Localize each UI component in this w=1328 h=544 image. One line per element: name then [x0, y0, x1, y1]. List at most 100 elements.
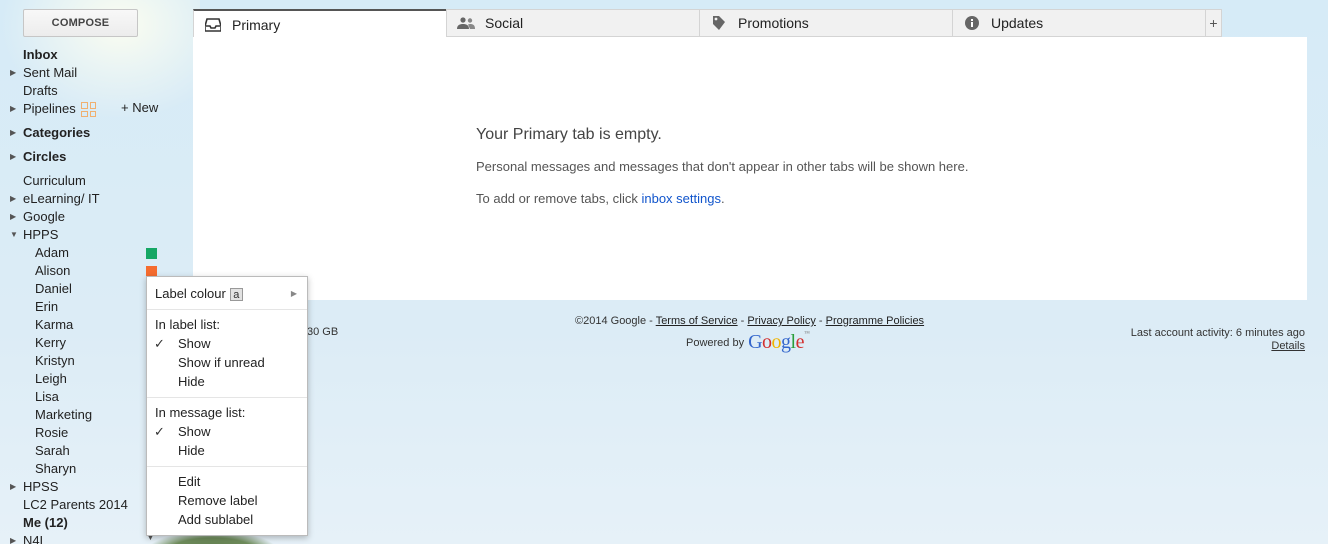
terms-link[interactable]: Terms of Service [656, 315, 738, 327]
sidebar-item-marketing[interactable]: Marketing [0, 406, 165, 424]
expand-arrow-icon[interactable]: ▶ [10, 64, 16, 82]
checkmark-icon: ✓ [154, 424, 165, 439]
sidebar-item-kristyn[interactable]: Kristyn [0, 352, 165, 370]
add-tab-button[interactable]: + [1205, 9, 1222, 37]
expand-arrow-icon[interactable]: ▶ [10, 190, 16, 208]
sidebar-item-erin[interactable]: Erin [0, 298, 165, 316]
expand-arrow-icon[interactable]: ▶ [10, 532, 16, 544]
sidebar-item-label: Daniel [35, 281, 72, 296]
empty-state-description: Personal messages and messages that don'… [476, 159, 969, 174]
menu-item-message-list-show[interactable]: ✓ Show [147, 422, 307, 441]
menu-header-text: In message list: [155, 405, 246, 420]
sidebar-item-n4l[interactable]: ▶ N4L [0, 532, 165, 544]
sidebar-item-label: Sent Mail [23, 65, 78, 80]
message-list-panel: Your Primary tab is empty. Personal mess… [193, 37, 1307, 300]
tab-primary[interactable]: Primary [193, 9, 446, 38]
expand-arrow-icon[interactable]: ▶ [10, 100, 16, 118]
tab-promotions[interactable]: Promotions [699, 9, 952, 37]
menu-item-edit[interactable]: Edit [147, 472, 307, 491]
new-label-button[interactable]: + New [121, 100, 158, 115]
sidebar-item-lisa[interactable]: Lisa [0, 388, 165, 406]
sidebar-item-label: N4L [23, 533, 47, 544]
expand-arrow-icon[interactable]: ▶ [10, 148, 16, 166]
submenu-arrow-icon: ▶ [290, 289, 297, 298]
separator: - [737, 315, 748, 327]
label-context-menu: Label colour a ▶ In label list: ✓ Show Sh… [146, 276, 308, 536]
sidebar-item-hpss[interactable]: ▶ HPSS [0, 478, 165, 496]
sidebar-item-google[interactable]: ▶ Google [0, 208, 165, 226]
expand-arrow-icon[interactable]: ▶ [10, 124, 16, 142]
menu-item-message-list-hide[interactable]: Hide [147, 441, 307, 460]
tab-label: Social [485, 15, 524, 31]
compose-button[interactable]: COMPOSE [23, 9, 138, 37]
footer-links: ©2014 Google - Terms of Service - Privac… [575, 315, 924, 327]
sidebar-item-circles[interactable]: ▶ Circles [0, 148, 165, 166]
menu-divider [147, 309, 307, 310]
tab-label: Primary [232, 16, 281, 33]
sidebar-item-label: Categories [23, 125, 91, 140]
menu-item-label: Show [178, 424, 211, 439]
menu-item-label-list-show[interactable]: ✓ Show [147, 334, 307, 353]
collapse-arrow-icon[interactable]: ▼ [10, 226, 18, 244]
expand-arrow-icon[interactable]: ▶ [10, 208, 16, 226]
privacy-link[interactable]: Privacy Policy [747, 315, 815, 327]
sidebar-item-leigh[interactable]: Leigh [0, 370, 165, 388]
sidebar-item-categories[interactable]: ▶ Categories [0, 124, 165, 142]
sidebar-item-label: Sharyn [35, 461, 77, 476]
sidebar-item-hpps[interactable]: ▼ HPPS [0, 226, 165, 244]
sidebar-item-label: LC2 Parents 2014 [23, 497, 128, 512]
menu-item-label: Hide [178, 374, 205, 389]
tag-icon [710, 14, 728, 32]
menu-item-label-colour[interactable]: Label colour a ▶ [147, 284, 307, 303]
programme-policies-link[interactable]: Programme Policies [826, 315, 924, 327]
sidebar-item-label: Leigh [35, 371, 67, 386]
storage-usage: 30 GB [307, 326, 339, 338]
sidebar-item-daniel[interactable]: Daniel [0, 280, 165, 298]
sidebar-item-sharyn[interactable]: Sharyn [0, 460, 165, 478]
sidebar-item-me[interactable]: Me (12) [0, 514, 165, 532]
sidebar-item-label: Sarah [35, 443, 70, 458]
label-color-swatch [146, 248, 157, 259]
menu-item-remove-label[interactable]: Remove label [147, 491, 307, 510]
menu-item-label-list-hide[interactable]: Hide [147, 372, 307, 391]
tab-social[interactable]: Social [446, 9, 699, 37]
menu-divider [147, 397, 307, 398]
menu-item-label: Remove label [178, 493, 258, 508]
menu-item-label-list-show-if-unread[interactable]: Show if unread [147, 353, 307, 372]
tab-updates[interactable]: Updates [952, 9, 1205, 37]
sidebar-item-label: Drafts [23, 83, 58, 98]
menu-item-label: Show [178, 336, 211, 351]
sidebar-item-kerry[interactable]: Kerry [0, 334, 165, 352]
sidebar-item-label: Circles [23, 149, 67, 164]
sidebar-item-sarah[interactable]: Sarah [0, 442, 165, 460]
sidebar-item-alison[interactable]: Alison [0, 262, 165, 280]
sidebar-item-karma[interactable]: Karma [0, 316, 165, 334]
menu-header-message-list: In message list: [147, 403, 307, 422]
sidebar-item-rosie[interactable]: Rosie [0, 424, 165, 442]
google-logo: Google™ [748, 331, 810, 353]
details-link[interactable]: Details [1131, 340, 1305, 352]
sidebar-item-sent-mail[interactable]: ▶ Sent Mail [0, 64, 165, 82]
sidebar-item-label: Adam [35, 245, 69, 260]
hint-suffix: . [720, 191, 725, 206]
sidebar-item-label: Karma [35, 317, 74, 332]
sidebar-item-lc2-parents[interactable]: LC2 Parents 2014 [0, 496, 165, 514]
info-icon [963, 14, 981, 32]
sidebar-item-drafts[interactable]: Drafts [0, 82, 165, 100]
sidebar-item-adam[interactable]: Adam [0, 244, 165, 262]
powered-by-google: Powered by Google™ [686, 331, 810, 354]
menu-item-add-sublabel[interactable]: Add sublabel [147, 510, 307, 529]
expand-arrow-icon[interactable]: ▶ [10, 478, 16, 496]
sidebar-item-inbox[interactable]: Inbox [0, 46, 165, 64]
sidebar-item-label: Kristyn [35, 353, 75, 368]
separator: - [815, 315, 826, 327]
sidebar-item-elearning[interactable]: ▶ eLearning/ IT [0, 190, 165, 208]
label-colour-preview: a [229, 288, 243, 302]
inbox-settings-link[interactable]: inbox settings [641, 191, 721, 206]
sidebar-item-label: Alison [35, 263, 71, 278]
sidebar-item-label: Erin [35, 299, 59, 314]
menu-item-label: Show if unread [178, 355, 265, 370]
sidebar-item-label: Google [23, 209, 65, 224]
sidebar-item-curriculum[interactable]: Curriculum [0, 172, 165, 190]
sidebar-item-label: Kerry [35, 335, 67, 350]
